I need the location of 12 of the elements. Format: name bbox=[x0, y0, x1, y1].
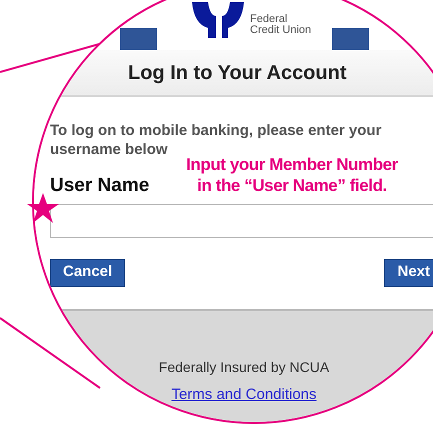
page-title: Log In to Your Account bbox=[128, 60, 346, 86]
terms-link[interactable]: Terms and Conditions bbox=[171, 384, 317, 406]
insurance-text: Federally Insured by NCUA bbox=[158, 358, 330, 377]
header-bar bbox=[120, 28, 157, 50]
field-label: User Name bbox=[50, 174, 150, 198]
logo-text: Federal bbox=[250, 14, 288, 25]
action-button[interactable]: Next bbox=[384, 258, 433, 286]
header-bar bbox=[332, 28, 369, 50]
logo-text: Credit Union bbox=[250, 25, 312, 36]
logo-icon bbox=[192, 2, 244, 38]
action-button[interactable]: Cancel bbox=[50, 258, 126, 286]
username-field[interactable] bbox=[50, 204, 433, 238]
